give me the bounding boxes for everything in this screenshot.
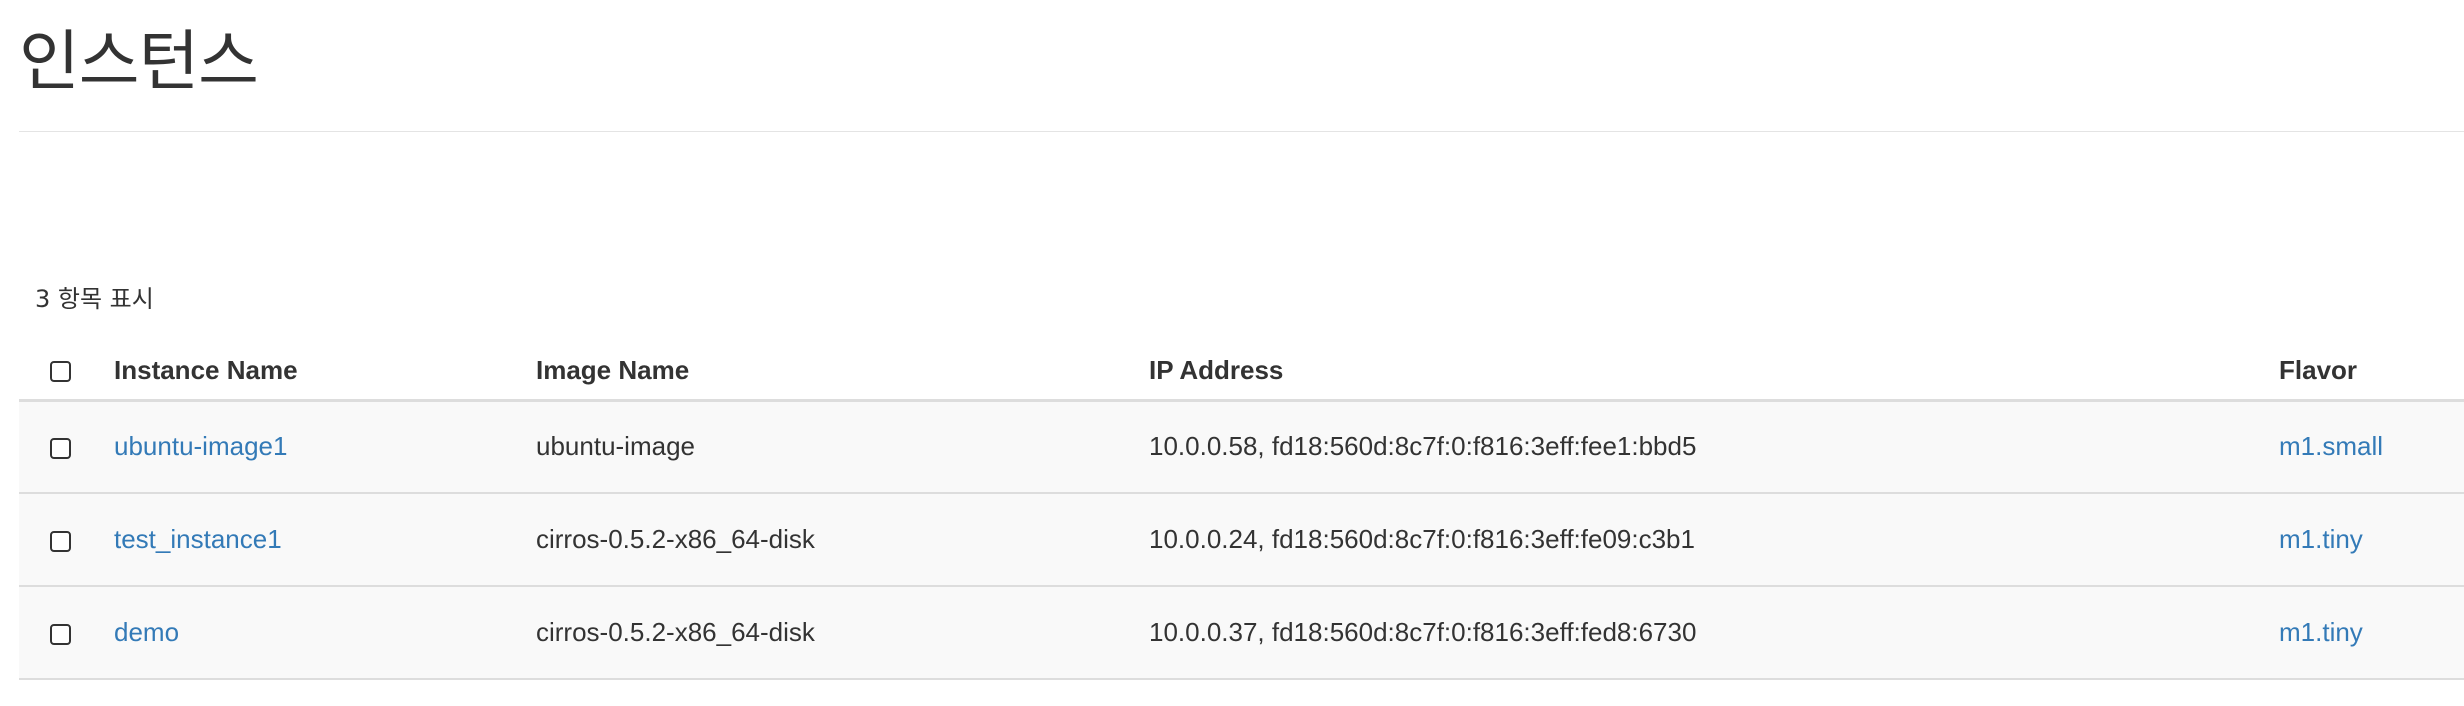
- image-name-cell: cirros-0.5.2-x86_64-disk: [536, 524, 815, 554]
- table-header-row: Instance Name Image Name IP Address Flav…: [19, 342, 2464, 402]
- row-select-cell: [19, 493, 114, 586]
- column-header-instance-name[interactable]: Instance Name: [114, 342, 536, 402]
- item-count: 3 항목 표시: [35, 285, 154, 313]
- row-checkbox[interactable]: [50, 530, 71, 552]
- instance-name-link[interactable]: ubuntu-image1: [114, 431, 287, 461]
- select-all-checkbox[interactable]: [50, 361, 71, 383]
- row-checkbox[interactable]: [50, 437, 71, 459]
- column-header-flavor[interactable]: Flavor: [2279, 342, 2464, 402]
- table-row: ubuntu-image1 ubuntu-image 10.0.0.58, fd…: [19, 400, 2464, 493]
- row-checkbox[interactable]: [50, 623, 71, 645]
- flavor-link[interactable]: m1.small: [2279, 431, 2383, 461]
- column-header-ip-address[interactable]: IP Address: [1149, 342, 2279, 402]
- image-name-cell: cirros-0.5.2-x86_64-disk: [536, 617, 815, 647]
- flavor-cell: m1.tiny: [2279, 586, 2464, 679]
- instance-name-cell: demo: [114, 586, 536, 679]
- ip-address-cell: 10.0.0.58, fd18:560d:8c7f:0:f816:3eff:fe…: [1149, 431, 1697, 462]
- ip-address-cell: 10.0.0.37, fd18:560d:8c7f:0:f816:3eff:fe…: [1149, 617, 1697, 647]
- ip-address-cell: 10.0.0.24, fd18:560d:8c7f:0:f816:3eff:fe…: [1149, 524, 1695, 554]
- instance-name-link[interactable]: test_instance1: [114, 524, 282, 554]
- instance-name-cell: ubuntu-image1: [114, 400, 536, 493]
- instance-name-link[interactable]: demo: [114, 617, 179, 647]
- flavor-cell: m1.small: [2279, 400, 2464, 493]
- instances-page: 인스턴스 3 항목 표시 Instance Name Image Name IP…: [0, 0, 2464, 706]
- select-all-cell: [19, 342, 114, 402]
- instance-name-cell: test_instance1: [114, 493, 536, 586]
- instances-table: Instance Name Image Name IP Address Flav…: [19, 342, 2464, 680]
- flavor-cell: m1.tiny: [2279, 493, 2464, 586]
- table-row: demo cirros-0.5.2-x86_64-disk 10.0.0.37,…: [19, 586, 2464, 679]
- column-header-image-name[interactable]: Image Name: [536, 342, 1149, 402]
- row-select-cell: [19, 400, 114, 493]
- page-header: 인스턴스: [19, 0, 2464, 132]
- flavor-link[interactable]: m1.tiny: [2279, 524, 2363, 554]
- image-name-cell: ubuntu-image: [536, 431, 695, 462]
- page-title: 인스턴스: [19, 23, 259, 100]
- flavor-link[interactable]: m1.tiny: [2279, 617, 2363, 647]
- table-row: test_instance1 cirros-0.5.2-x86_64-disk …: [19, 493, 2464, 586]
- row-select-cell: [19, 586, 114, 679]
